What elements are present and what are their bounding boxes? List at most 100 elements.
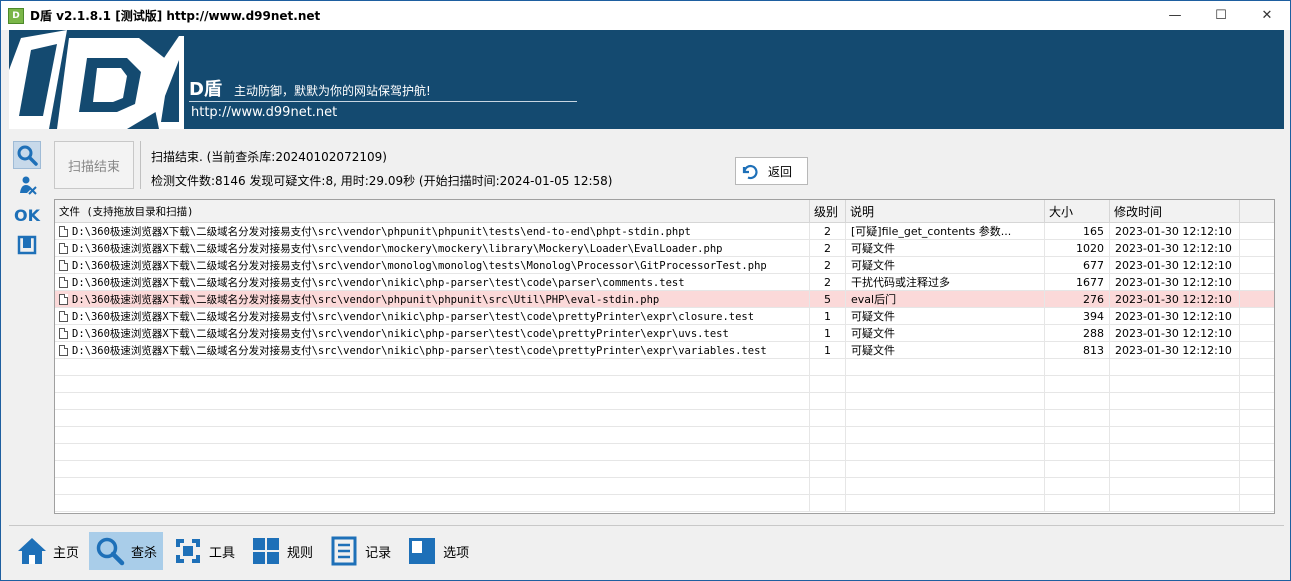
cell-filler [1240,257,1274,273]
cell-file: D:\360极速浏览器X下载\二级域名分发对接易支付\src\vendor\mo… [55,240,810,256]
nav-options[interactable]: 选项 [401,532,475,570]
cell-desc [846,461,1045,477]
cell-time [1110,478,1240,494]
cell-size: 677 [1045,257,1110,273]
cell-desc: [可疑]file_get_contents 参数... [846,223,1045,239]
cell-level [810,461,846,477]
window-title: D盾 v2.1.8.1 [测试版] http://www.d99net.net [30,9,321,23]
table-row[interactable]: D:\360极速浏览器X下载\二级域名分发对接易支付\src\vendor\ni… [55,308,1274,325]
cell-size [1045,359,1110,375]
table-row[interactable]: D:\360极速浏览器X下载\二级域名分发对接易支付\src\vendor\ni… [55,274,1274,291]
nav-tools-label: 工具 [209,545,236,561]
cell-desc: 可疑文件 [846,257,1045,273]
ok-tool-button[interactable]: OK [13,201,41,229]
cell-filler [1240,478,1274,494]
banner-divider [189,101,577,102]
column-file[interactable]: 文件 (支持拖放目录和扫描) [55,200,810,222]
box-icon [17,235,37,255]
cell-filler [1240,444,1274,460]
bottom-divider [9,525,1284,526]
scan-button[interactable]: 扫描结束 [54,141,134,189]
table-row[interactable]: D:\360极速浏览器X下载\二级域名分发对接易支付\src\vendor\ph… [55,223,1274,240]
column-level[interactable]: 级别 [810,200,846,222]
file-icon [59,242,68,254]
cell-time [1110,410,1240,426]
scan-summary: 检测文件数:8146 发现可疑文件:8, 用时:29.09秒 (开始扫描时间:2… [151,174,613,188]
empty-table-row [55,376,1274,393]
cell-level: 5 [810,291,846,307]
file-path: D:\360极速浏览器X下载\二级域名分发对接易支付\src\vendor\mo… [72,242,723,255]
cell-desc [846,376,1045,392]
export-tool-button[interactable] [13,231,41,259]
cell-filler [1240,495,1274,511]
cell-size [1045,444,1110,460]
cell-filler [1240,461,1274,477]
column-desc[interactable]: 说明 [846,200,1045,222]
maximize-button[interactable]: ☐ [1198,1,1244,30]
nav-log-label: 记录 [365,545,392,561]
cell-file [55,478,810,494]
cell-time: 2023-01-30 12:12:10 [1110,325,1240,341]
file-path: D:\360极速浏览器X下载\二级域名分发对接易支付\src\vendor\ni… [72,327,729,340]
cell-file: D:\360极速浏览器X下载\二级域名分发对接易支付\src\vendor\ni… [55,308,810,324]
window-controls: — ☐ ✕ [1152,1,1290,30]
cell-size: 394 [1045,308,1110,324]
cell-desc: 可疑文件 [846,325,1045,341]
file-icon [59,344,68,356]
cell-size [1045,376,1110,392]
cell-filler [1240,308,1274,324]
empty-table-row [55,393,1274,410]
table-row[interactable]: D:\360极速浏览器X下载\二级域名分发对接易支付\src\vendor\mo… [55,240,1274,257]
nav-scan[interactable]: 查杀 [89,532,164,570]
cell-file [55,359,810,375]
kill-tool-button[interactable] [13,171,41,199]
table-row[interactable]: D:\360极速浏览器X下载\二级域名分发对接易支付\src\vendor\ph… [55,291,1274,308]
cell-filler [1240,291,1274,307]
nav-tools[interactable]: 工具 [167,532,241,570]
file-path: D:\360极速浏览器X下载\二级域名分发对接易支付\src\vendor\ph… [72,293,660,306]
cell-size: 1677 [1045,274,1110,290]
cell-level: 1 [810,342,846,358]
file-path: D:\360极速浏览器X下载\二级域名分发对接易支付\src\vendor\ni… [72,310,755,323]
column-filler [1240,200,1274,222]
file-icon [59,310,68,322]
cell-filler [1240,376,1274,392]
nav-rules[interactable]: 规则 [245,532,319,570]
empty-table-row [55,359,1274,376]
close-button[interactable]: ✕ [1244,1,1290,30]
user-kill-icon [20,176,37,195]
slogan: 主动防御，默默为你的网站保驾护航! [234,84,431,98]
file-path: D:\360极速浏览器X下载\二级域名分发对接易支付\src\vendor\ni… [72,276,685,289]
cell-filler [1240,359,1274,375]
cell-desc: 可疑文件 [846,240,1045,256]
file-icon [59,225,68,237]
empty-table-row [55,427,1274,444]
vertical-divider [140,141,141,189]
brand-name: D盾 [189,79,222,100]
cell-level: 1 [810,325,846,341]
cell-file [55,444,810,460]
cell-desc [846,427,1045,443]
nav-log[interactable]: 记录 [323,532,397,570]
empty-table-row [55,410,1274,427]
back-button[interactable]: 返回 [735,157,808,185]
cell-desc [846,495,1045,511]
tools-icon [176,539,201,563]
table-row[interactable]: D:\360极速浏览器X下载\二级域名分发对接易支付\src\vendor\ni… [55,325,1274,342]
scan-tool-button[interactable] [13,141,41,169]
banner: D盾 主动防御，默默为你的网站保驾护航! http://www.d99net.n… [9,30,1284,129]
cell-desc: 可疑文件 [846,308,1045,324]
cell-filler [1240,325,1274,341]
cell-desc: 干扰代码或注释过多 [846,274,1045,290]
table-row[interactable]: D:\360极速浏览器X下载\二级域名分发对接易支付\src\vendor\mo… [55,257,1274,274]
left-toolbar: OK [13,141,43,261]
column-time[interactable]: 修改时间 [1110,200,1240,222]
cell-size: 165 [1045,223,1110,239]
table-row[interactable]: D:\360极速浏览器X下载\二级域名分发对接易支付\src\vendor\ni… [55,342,1274,359]
minimize-button[interactable]: — [1152,1,1198,30]
column-size[interactable]: 大小 [1045,200,1110,222]
grid-icon [253,538,280,564]
cell-file: D:\360极速浏览器X下载\二级域名分发对接易支付\src\vendor\ni… [55,342,810,358]
nav-home[interactable]: 主页 [11,532,85,570]
cell-time: 2023-01-30 12:12:10 [1110,308,1240,324]
